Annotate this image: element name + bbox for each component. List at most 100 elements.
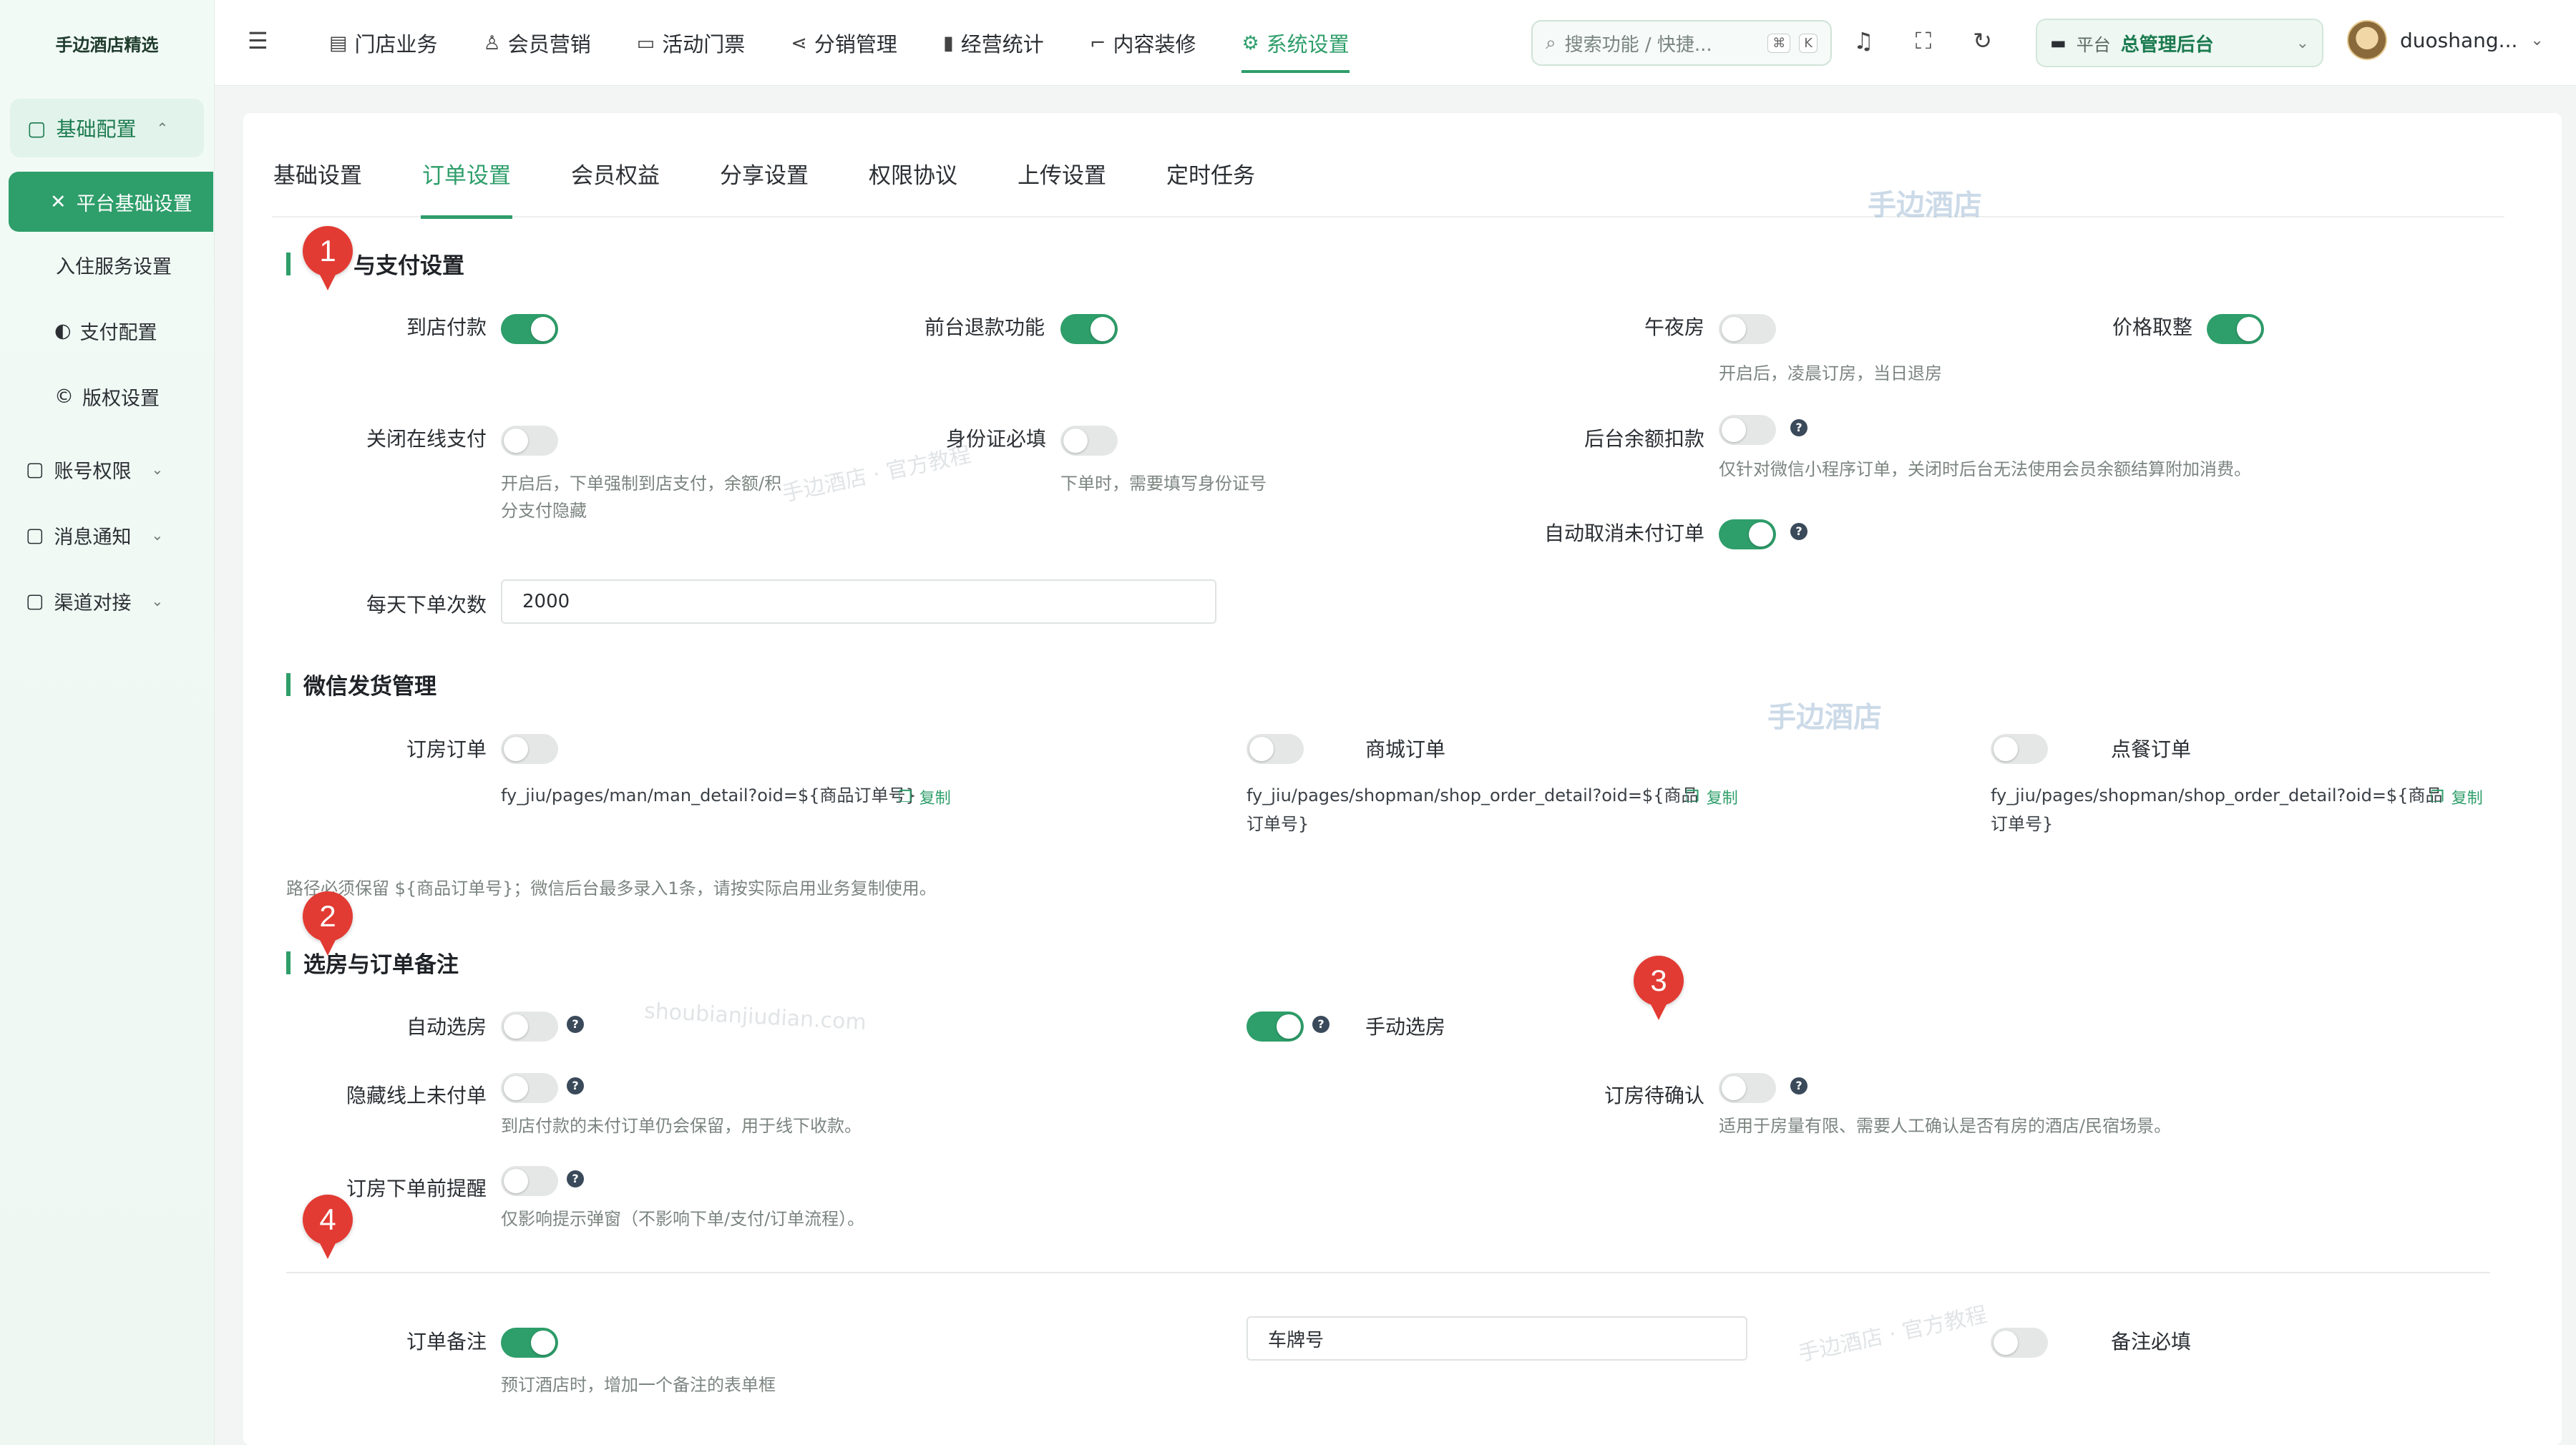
sidebar-item-payment[interactable]: ◐ 支付配置 xyxy=(0,298,214,363)
tab-basic[interactable]: 基础设置 xyxy=(272,157,364,217)
label-daily-orders: 每天下单次数 xyxy=(366,593,487,617)
marker-1: 1 xyxy=(303,226,353,295)
refresh-icon[interactable]: ↻ xyxy=(1973,27,1992,55)
nav-statistics[interactable]: ▮ 经营统计 xyxy=(943,0,1044,86)
toggle-front-refund[interactable] xyxy=(1060,314,1118,344)
tab-share[interactable]: 分享设置 xyxy=(718,157,810,217)
toggle-backend-balance[interactable] xyxy=(1719,415,1776,445)
sidebar-group-basic-config[interactable]: ▢ 基础配置 ⌃ xyxy=(10,99,204,157)
copy-mall-path-button[interactable]: ❐ 复制 xyxy=(1685,785,1738,808)
search-placeholder: 搜索功能 / 快捷... xyxy=(1564,34,1712,56)
nav-member-marketing[interactable]: ♙ 会员营销 xyxy=(484,0,591,86)
fullscreen-icon[interactable]: ⛶ xyxy=(1916,27,1931,55)
nav-store-business[interactable]: ▤ 门店业务 xyxy=(329,0,438,86)
hint-pending-confirm: 适用于房量有限、需要人工确认是否有房的酒店/民宿场景。 xyxy=(1719,1116,2172,1136)
tab-member-rights[interactable]: 会员权益 xyxy=(570,157,661,217)
sidebar-item-account-permission[interactable]: ▢ 账号权限 ⌄ xyxy=(0,436,214,502)
mall-order-path: fy_jiu/pages/shopman/shop_order_detail?o… xyxy=(1246,785,1699,805)
user-menu[interactable]: duoshang... ⌄ xyxy=(2347,20,2544,60)
help-icon[interactable]: ? xyxy=(1312,1016,1330,1033)
toggle-id-required[interactable] xyxy=(1060,426,1118,456)
toggle-food-order[interactable] xyxy=(1991,734,2048,764)
search-input[interactable]: ⌕ 搜索功能 / 快捷... ⌘ K xyxy=(1531,20,1832,66)
help-icon[interactable]: ? xyxy=(1790,523,1807,540)
toggle-auto-select[interactable] xyxy=(501,1012,558,1042)
tab-order[interactable]: 订单设置 xyxy=(421,157,512,219)
brand-watermark: 手边酒店 xyxy=(1767,701,1882,734)
help-icon[interactable]: ? xyxy=(567,1077,584,1094)
copy-icon: ❐ xyxy=(1685,788,1699,806)
hint-pre-order-remind: 仅影响提示弹窗（不影响下单/支付/订单流程）。 xyxy=(501,1209,865,1229)
hint-midnight-room: 开启后，凌晨订房，当日退房 xyxy=(1719,363,1942,383)
folder-icon: ▢ xyxy=(26,458,44,481)
tab-scheduled-tasks[interactable]: 定时任务 xyxy=(1165,157,1257,217)
toggle-close-online-pay[interactable] xyxy=(501,426,558,456)
tab-upload[interactable]: 上传设置 xyxy=(1016,157,1108,217)
username: duoshang... xyxy=(2400,28,2518,52)
nav-label: 门店业务 xyxy=(354,32,438,57)
folder-icon: ▢ xyxy=(26,524,44,547)
toggle-note-required[interactable] xyxy=(1991,1328,2048,1358)
monitor-icon: ▬ xyxy=(2050,33,2067,53)
toggle-room-order[interactable] xyxy=(501,734,558,764)
official-watermark: 手边酒店 · 官方教程 xyxy=(780,442,974,507)
note-prompt-input[interactable]: 车牌号 xyxy=(1246,1316,1747,1361)
hint-close-online-pay: 开启后，下单强制到店支付，余额/积 xyxy=(501,474,782,494)
section-title-wechat: 微信发货管理 xyxy=(286,668,436,700)
sidebar: 手边酒店精选 ▢ 基础配置 ⌃ ✕ 平台基础设置 入住服务设置 ◐ 支付配置 ©… xyxy=(0,0,215,1445)
copy-food-path-button[interactable]: ❐ 复制 xyxy=(2430,785,2483,808)
sidebar-item-platform-basic[interactable]: ✕ 平台基础设置 xyxy=(9,172,213,232)
copy-label: 复制 xyxy=(919,790,951,808)
copy-room-path-button[interactable]: ❐ 复制 xyxy=(898,785,951,808)
toggle-pay-at-store[interactable] xyxy=(501,314,558,344)
nav-decoration[interactable]: ⌐ 内容装修 xyxy=(1090,0,1196,86)
folder-icon: ▢ xyxy=(26,589,44,612)
sidebar-item-label: 版权设置 xyxy=(82,387,160,410)
toggle-pre-order-remind[interactable] xyxy=(501,1166,558,1196)
help-icon[interactable]: ? xyxy=(567,1016,584,1033)
tools-icon: ✕ xyxy=(50,190,67,213)
sidebar-item-checkin-service[interactable]: 入住服务设置 xyxy=(0,232,214,298)
chevron-down-icon: ⌄ xyxy=(151,461,164,478)
collapse-menu-icon[interactable]: ☰ xyxy=(248,27,268,54)
gear-icon: ⚙ xyxy=(1241,31,1259,54)
nav-event-tickets[interactable]: ▭ 活动门票 xyxy=(637,0,746,86)
sidebar-item-label: 账号权限 xyxy=(54,460,132,483)
toggle-order-note[interactable] xyxy=(501,1328,558,1358)
copy-label: 复制 xyxy=(2451,790,2483,808)
marker-number: 1 xyxy=(303,226,353,276)
sidebar-item-label: 支付配置 xyxy=(79,321,157,344)
toggle-manual-select[interactable] xyxy=(1246,1012,1304,1042)
wallet-icon: ◐ xyxy=(54,319,72,342)
sidebar-item-copyright[interactable]: © 版权设置 xyxy=(0,363,214,429)
nav-label: 分销管理 xyxy=(814,32,897,57)
toggle-pending-confirm[interactable] xyxy=(1719,1073,1776,1103)
sidebar-item-notifications[interactable]: ▢ 消息通知 ⌄ xyxy=(0,502,214,568)
toggle-mall-order[interactable] xyxy=(1246,734,1304,764)
label-manual-select: 手动选房 xyxy=(1365,1015,1445,1039)
platform-selector[interactable]: ▬ 平台 总管理后台 ⌄ xyxy=(2036,19,2323,67)
nav-label: 系统设置 xyxy=(1266,32,1350,57)
toggle-auto-cancel[interactable] xyxy=(1719,519,1776,549)
tab-permission-agreement[interactable]: 权限协议 xyxy=(867,157,959,217)
label-pay-at-store: 到店付款 xyxy=(406,315,487,339)
search-icon: ⌕ xyxy=(1546,31,1556,54)
marker-number: 3 xyxy=(1634,956,1684,1006)
help-icon[interactable]: ? xyxy=(1790,419,1807,436)
brand-watermark: 手边酒店 xyxy=(1868,189,1982,222)
help-icon[interactable]: ? xyxy=(1790,1077,1807,1094)
nav-system-settings[interactable]: ⚙ 系统设置 xyxy=(1241,0,1350,86)
toggle-price-round[interactable] xyxy=(2207,314,2264,344)
help-icon[interactable]: ? xyxy=(567,1170,584,1187)
label-auto-select: 自动选房 xyxy=(406,1015,487,1039)
nav-distribution[interactable]: ⋖ 分销管理 xyxy=(791,0,897,86)
hint-order-note: 预订酒店时，增加一个备注的表单框 xyxy=(501,1375,776,1395)
copy-icon: ❐ xyxy=(2430,788,2444,806)
hint-hide-unpaid: 到店付款的未付订单仍会保留，用于线下收款。 xyxy=(501,1116,862,1136)
sidebar-item-channels[interactable]: ▢ 渠道对接 ⌄ xyxy=(0,568,214,634)
toggle-hide-unpaid[interactable] xyxy=(501,1073,558,1103)
bell-icon[interactable]: ♫ xyxy=(1853,27,1874,55)
daily-orders-input[interactable]: 2000 xyxy=(501,579,1216,624)
top-nav: ▤ 门店业务 ♙ 会员营销 ▭ 活动门票 ⋖ 分销管理 ▮ 经营统计 ⌐ 内容装修 ⚙ 系统设… xyxy=(329,0,1350,86)
toggle-midnight-room[interactable] xyxy=(1719,314,1776,344)
